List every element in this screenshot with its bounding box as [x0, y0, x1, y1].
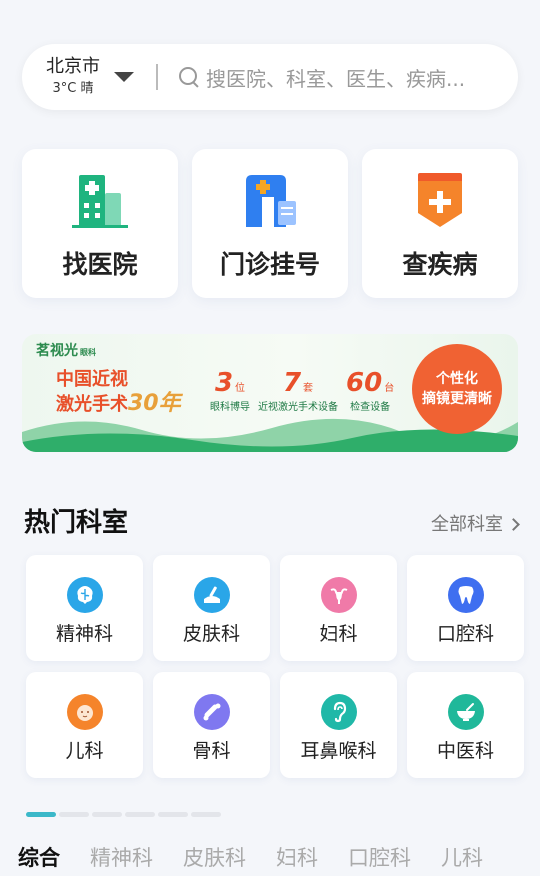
- department-label: 骨科: [192, 740, 231, 762]
- find-hospital-card[interactable]: 找医院: [22, 149, 178, 298]
- department-card-ent[interactable]: 耳鼻喉科: [280, 672, 397, 778]
- medical-kit-icon: [418, 173, 462, 227]
- department-label: 口腔科: [436, 623, 494, 645]
- department-label: 精神科: [55, 623, 113, 645]
- all-departments-link[interactable]: 全部科室: [431, 510, 520, 536]
- tab-all[interactable]: 综合: [18, 842, 60, 872]
- promo-banner[interactable]: 茗视光 眼科 中国近视 激光手术30年 3位 眼科博导 7套 近视激光手术设备 6…: [22, 334, 518, 452]
- location-selector[interactable]: 北京市 3°C 晴: [22, 56, 134, 98]
- clinic-registration-card[interactable]: 门诊挂号: [192, 149, 348, 298]
- banner-stat: 60 台 检查设备: [346, 368, 394, 413]
- city-name: 北京市: [46, 56, 100, 77]
- brand-name: 茗视光: [36, 343, 78, 359]
- department-label: 中医科: [436, 740, 494, 762]
- brain-icon: [66, 577, 103, 613]
- pager-dot: [92, 812, 122, 817]
- stat-number: 60: [346, 368, 383, 398]
- stat-number: 7: [282, 368, 302, 398]
- chevron-down-icon: [114, 72, 134, 82]
- stat-unit: 套: [303, 383, 314, 394]
- carousel-pager: [26, 812, 224, 817]
- department-card-tcm[interactable]: 中医科: [407, 672, 524, 778]
- bubble-line-1: 个性化: [436, 371, 478, 387]
- ear-icon: [320, 694, 357, 730]
- tab-dental[interactable]: 口腔科: [348, 842, 411, 872]
- weather-text: 3°C 晴: [52, 81, 94, 96]
- tab-psychiatry[interactable]: 精神科: [90, 842, 153, 872]
- chevron-right-icon: [507, 517, 520, 531]
- card-label: 门诊挂号: [219, 250, 320, 279]
- search-input[interactable]: 搜医院、科室、医生、疾病...: [206, 63, 502, 92]
- banner-cta-bubble: 个性化 摘镜更清晰: [412, 344, 502, 434]
- stat-label: 近视激光手术设备: [258, 402, 338, 413]
- search-icon: [178, 66, 200, 88]
- check-disease-card[interactable]: 查疾病: [362, 149, 518, 298]
- uterus-icon: [320, 577, 357, 613]
- department-card-dental[interactable]: 口腔科: [407, 555, 524, 661]
- headline-line-1: 中国近视: [56, 369, 128, 390]
- tooth-icon: [447, 577, 484, 613]
- stat-unit: 台: [384, 383, 395, 394]
- clinic-registration-icon: [246, 175, 296, 227]
- stat-number: 3: [214, 368, 234, 398]
- category-tabs: 综合 精神科 皮肤科 妇科 口腔科 儿科: [18, 842, 513, 872]
- location-text: 北京市 3°C 晴: [46, 56, 100, 98]
- stat-label: 检查设备: [350, 402, 391, 413]
- tab-dermatology[interactable]: 皮肤科: [183, 842, 246, 872]
- card-label: 找医院: [62, 250, 138, 279]
- department-card-psychiatry[interactable]: 精神科: [26, 555, 143, 661]
- tab-gynecology[interactable]: 妇科: [276, 842, 318, 872]
- baby-face-icon: [66, 694, 103, 730]
- bubble-line-2: 摘镜更清晰: [422, 391, 492, 407]
- pager-dot: [158, 812, 188, 817]
- department-card-pediatrics[interactable]: 儿科: [26, 672, 143, 778]
- department-card-orthopedics[interactable]: 骨科: [153, 672, 270, 778]
- department-card-gynecology[interactable]: 妇科: [280, 555, 397, 661]
- all-departments-label: 全部科室: [431, 514, 503, 535]
- banner-brand: 茗视光 眼科: [36, 340, 96, 360]
- stat-label: 眼科博导: [210, 402, 250, 413]
- hospital-building-icon: [72, 175, 128, 228]
- skin-icon: [193, 577, 230, 613]
- search-bar: 北京市 3°C 晴 搜医院、科室、医生、疾病...: [22, 44, 518, 110]
- pager-dot: [26, 812, 56, 817]
- department-label: 皮肤科: [182, 623, 240, 645]
- stat-unit: 位: [235, 383, 246, 394]
- bone-icon: [193, 694, 230, 730]
- tab-pediatrics[interactable]: 儿科: [441, 842, 483, 872]
- department-label: 耳鼻喉科: [300, 740, 377, 762]
- banner-stat: 7套 近视激光手术设备: [258, 368, 338, 413]
- herbal-mortar-icon: [447, 694, 484, 730]
- banner-headline: 中国近视 激光手术30年: [56, 368, 181, 417]
- divider: [156, 64, 158, 90]
- pager-dot: [59, 812, 89, 817]
- section-title: 热门科室: [24, 508, 129, 538]
- department-label: 妇科: [319, 623, 358, 645]
- pager-dot: [191, 812, 221, 817]
- department-card-dermatology[interactable]: 皮肤科: [153, 555, 270, 661]
- banner-stat: 3位 眼科博导: [210, 368, 250, 413]
- pager-dot: [125, 812, 155, 817]
- department-label: 儿科: [65, 740, 104, 762]
- brand-sub: 眼科: [80, 348, 96, 357]
- card-label: 查疾病: [402, 250, 478, 279]
